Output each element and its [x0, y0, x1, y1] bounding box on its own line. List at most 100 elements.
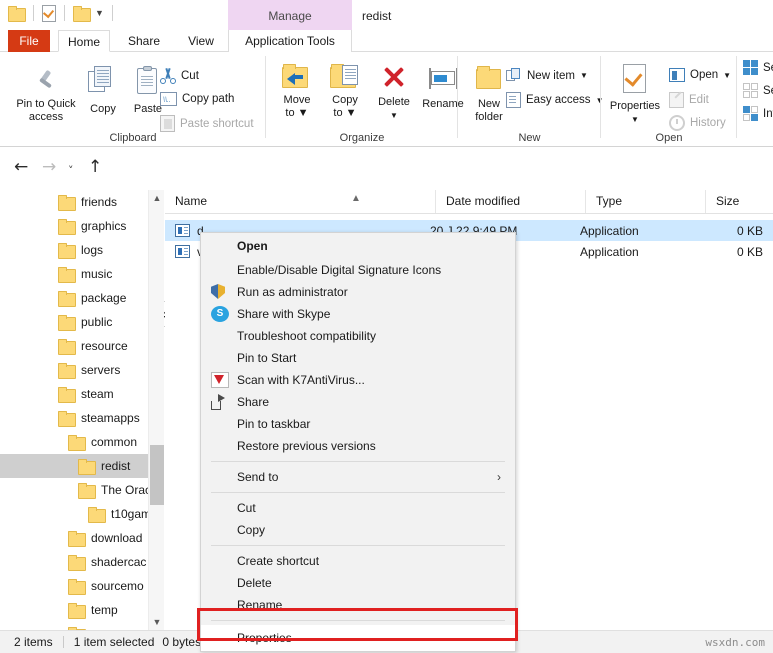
context-menu-item-scan-with-k7antivirus[interactable]: Scan with K7AntiVirus...: [201, 369, 515, 391]
tree-item-steam[interactable]: steam: [0, 382, 148, 406]
properties-icon[interactable]: [42, 5, 56, 22]
tree-item-friends[interactable]: friends: [0, 190, 148, 214]
tree-item-t10gam[interactable]: t10gam: [0, 502, 148, 526]
no-icon: [211, 575, 229, 591]
tree-item-temp[interactable]: temp: [0, 598, 148, 622]
up-button[interactable]: ↑: [88, 159, 102, 176]
context-menu-item-delete[interactable]: Delete: [201, 572, 515, 594]
tree-item-graphics[interactable]: graphics: [0, 214, 148, 238]
qat-separator-1: [33, 5, 34, 21]
tree-item-sourcemo[interactable]: sourcemo: [0, 574, 148, 598]
tree-item-label: steamapps: [81, 411, 140, 425]
context-menu[interactable]: Open Enable/Disable Digital Signature Ic…: [200, 232, 516, 652]
navigation-tree[interactable]: friends graphics logs music package publ…: [0, 190, 148, 630]
file-size: 0 KB: [736, 223, 763, 238]
folder-icon[interactable]: [8, 6, 26, 22]
folder-icon: [88, 507, 106, 523]
scroll-up-icon[interactable]: ▲: [149, 190, 165, 206]
customize-dropdown-icon[interactable]: ▼: [95, 8, 104, 18]
recent-locations-button[interactable]: ˅: [68, 163, 74, 179]
folder-icon: [58, 219, 76, 235]
scissors-icon: [160, 68, 176, 84]
tree-item-partial[interactable]: [0, 622, 148, 630]
invert-selection-icon: [743, 106, 758, 121]
context-menu-item-share-with-skype[interactable]: S Share with Skype: [201, 303, 515, 325]
new-item-dropdown-icon[interactable]: ▼: [580, 71, 588, 80]
easy-access-button[interactable]: Easy access ▼: [506, 92, 603, 108]
tree-item-redist[interactable]: redist: [0, 454, 148, 478]
rename-icon: [428, 68, 458, 90]
tab-file[interactable]: File: [8, 30, 50, 52]
back-button[interactable]: ←: [14, 159, 28, 176]
context-menu-item-create-shortcut[interactable]: Create shortcut: [201, 550, 515, 572]
context-menu-item-pin-to-taskbar[interactable]: Pin to taskbar: [201, 413, 515, 435]
context-menu-item-share[interactable]: Share: [201, 391, 515, 413]
cut-button[interactable]: Cut: [160, 68, 199, 84]
tree-item-label: sourcemo: [91, 579, 144, 593]
column-header-size[interactable]: Size: [705, 190, 773, 213]
column-header-type[interactable]: Type: [585, 190, 705, 213]
tree-item-music[interactable]: music: [0, 262, 148, 286]
context-menu-item-pin-to-start[interactable]: Pin to Start: [201, 347, 515, 369]
tree-item-public[interactable]: public: [0, 310, 148, 334]
scrollbar-thumb[interactable]: [150, 445, 164, 505]
delete-x-icon: [381, 64, 407, 90]
copy-icon: [88, 66, 118, 96]
tree-item-download[interactable]: download: [0, 526, 148, 550]
tab-view[interactable]: View: [178, 30, 224, 52]
context-menu-item-send-to[interactable]: Send to ›: [201, 466, 515, 488]
column-header-name[interactable]: Name ▲: [165, 190, 435, 213]
select-none-button[interactable]: Sel: [743, 83, 773, 98]
no-icon: [211, 328, 229, 344]
tab-home[interactable]: Home: [58, 30, 110, 52]
copy-to-button[interactable]: Copy to ▼: [322, 64, 368, 120]
tree-item-package[interactable]: package: [0, 286, 148, 310]
edit-icon: [669, 91, 684, 108]
tree-item-servers[interactable]: servers: [0, 358, 148, 382]
tree-item-shadercac[interactable]: shadercac: [0, 550, 148, 574]
context-menu-item-rename[interactable]: Rename: [201, 594, 515, 616]
new-folder-icon[interactable]: [73, 6, 91, 22]
context-menu-item-troubleshoot-compatibility[interactable]: Troubleshoot compatibility: [201, 325, 515, 347]
history-icon: [669, 115, 685, 131]
column-header-date-modified[interactable]: Date modified: [435, 190, 585, 213]
properties-dropdown-icon[interactable]: ▼: [605, 113, 665, 126]
move-to-button[interactable]: Move to ▼: [274, 64, 320, 120]
context-menu-item-enable-disable-digital-signature-icons[interactable]: Enable/Disable Digital Signature Icons: [201, 259, 515, 281]
no-icon: [211, 350, 229, 366]
tree-item-logs[interactable]: logs: [0, 238, 148, 262]
copy-path-button[interactable]: \\.. Copy path: [160, 92, 234, 106]
open-dropdown-icon[interactable]: ▼: [723, 71, 731, 80]
select-all-button[interactable]: Sel: [743, 60, 773, 75]
tab-share[interactable]: Share: [118, 30, 170, 52]
context-menu-item-cut[interactable]: Cut: [201, 497, 515, 519]
context-menu-item-restore-previous-versions[interactable]: Restore previous versions: [201, 435, 515, 457]
tree-item-resource[interactable]: resource: [0, 334, 148, 358]
copy-button[interactable]: Copy: [80, 66, 126, 116]
tree-item-common[interactable]: common: [0, 430, 148, 454]
context-menu-item-properties[interactable]: Properties: [201, 625, 515, 651]
folder-icon: [68, 603, 86, 619]
manage-contextual-tab[interactable]: Manage: [228, 0, 352, 32]
open-button[interactable]: Open ▼: [669, 68, 731, 82]
tree-item-steamapps[interactable]: steamapps: [0, 406, 148, 430]
no-icon: [211, 238, 229, 254]
properties-button[interactable]: Properties ▼: [605, 64, 665, 126]
new-item-button[interactable]: New item ▼: [506, 68, 588, 83]
pin-to-quick-access-button[interactable]: Pin to Quick access: [8, 68, 84, 124]
tree-item-label: servers: [81, 363, 121, 377]
context-menu-item-open[interactable]: Open: [201, 233, 515, 259]
invert-selection-button[interactable]: Inv: [743, 106, 773, 121]
shield-icon: [211, 284, 229, 300]
context-menu-item-copy[interactable]: Copy: [201, 519, 515, 541]
context-menu-item-run-as-administrator[interactable]: Run as administrator: [201, 281, 515, 303]
tab-application-tools[interactable]: Application Tools: [228, 30, 352, 52]
tree-item-label: friends: [81, 195, 118, 209]
delete-dropdown-icon[interactable]: ▼: [370, 109, 418, 122]
delete-button[interactable]: Delete ▼: [370, 64, 418, 122]
scroll-down-icon[interactable]: ▼: [149, 614, 165, 630]
tree-item-label: The Orac: [101, 483, 148, 497]
tree-item-the-orac[interactable]: The Orac: [0, 478, 148, 502]
tree-scrollbar[interactable]: ▲ ▼: [148, 190, 164, 630]
forward-button[interactable]: →: [42, 159, 56, 176]
